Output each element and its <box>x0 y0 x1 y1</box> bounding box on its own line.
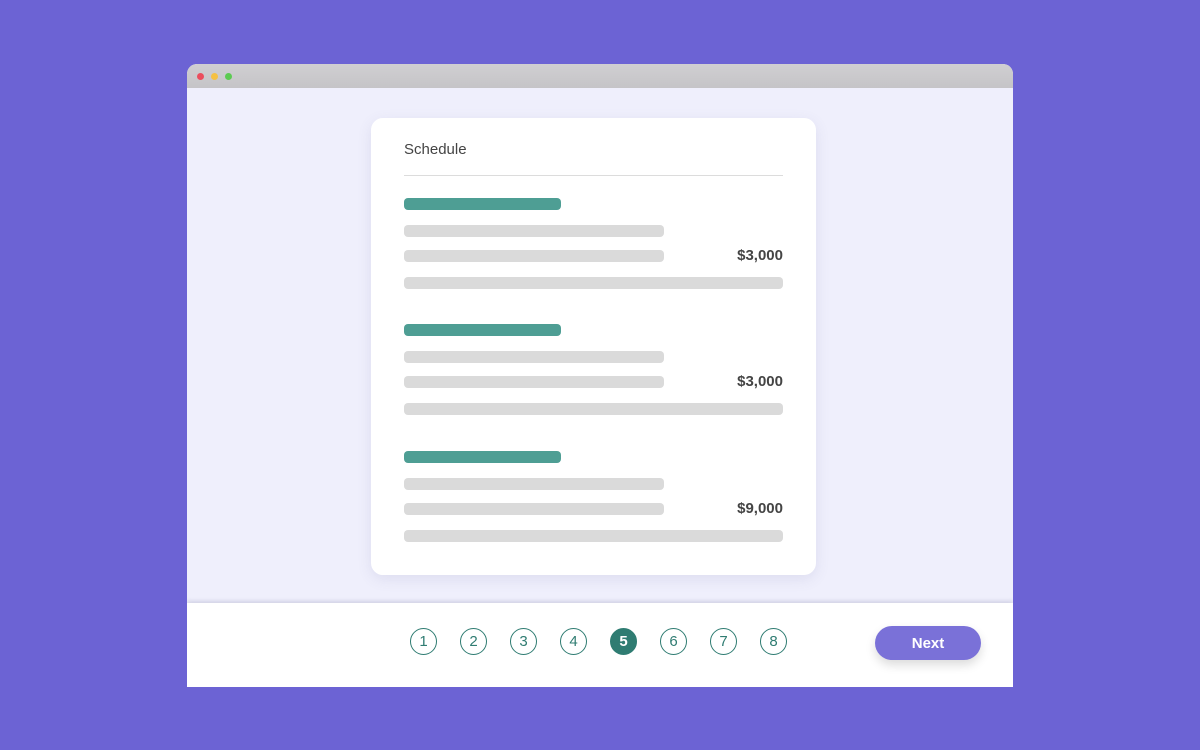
item-amount: $9,000 <box>737 500 783 517</box>
text-placeholder <box>404 351 664 363</box>
item-amount: $3,000 <box>737 247 783 264</box>
text-placeholder <box>404 225 664 237</box>
schedule-item: $3,000 <box>404 198 783 290</box>
maximize-window-icon[interactable] <box>225 73 232 80</box>
page-button-8[interactable]: 8 <box>760 628 787 655</box>
text-placeholder <box>404 503 664 515</box>
item-title-placeholder <box>404 324 561 336</box>
divider <box>404 175 783 176</box>
page-button-7[interactable]: 7 <box>710 628 737 655</box>
pagination: 1 2 3 4 5 6 7 8 <box>410 628 787 655</box>
text-placeholder <box>404 250 664 262</box>
page-button-4[interactable]: 4 <box>560 628 587 655</box>
minimize-window-icon[interactable] <box>211 73 218 80</box>
text-placeholder <box>404 376 664 388</box>
content-area: Schedule $3,000 $3,000 $9,000 <box>187 88 1013 603</box>
page-button-2[interactable]: 2 <box>460 628 487 655</box>
browser-window: Schedule $3,000 $3,000 $9,000 1 2 3 4 5 … <box>187 64 1013 687</box>
page-button-5-current[interactable]: 5 <box>610 628 637 655</box>
schedule-card: Schedule $3,000 $3,000 $9,000 <box>371 118 816 575</box>
item-title-placeholder <box>404 198 561 210</box>
page-button-1[interactable]: 1 <box>410 628 437 655</box>
text-placeholder <box>404 403 783 415</box>
page-button-6[interactable]: 6 <box>660 628 687 655</box>
footer: 1 2 3 4 5 6 7 8 Next <box>187 603 1013 687</box>
next-button[interactable]: Next <box>875 626 981 660</box>
title-bar <box>187 64 1013 88</box>
card-title: Schedule <box>404 141 467 158</box>
close-window-icon[interactable] <box>197 73 204 80</box>
text-placeholder <box>404 530 783 542</box>
item-amount: $3,000 <box>737 373 783 390</box>
page-button-3[interactable]: 3 <box>510 628 537 655</box>
schedule-item: $9,000 <box>404 451 783 543</box>
schedule-item: $3,000 <box>404 324 783 416</box>
text-placeholder <box>404 478 664 490</box>
text-placeholder <box>404 277 783 289</box>
item-title-placeholder <box>404 451 561 463</box>
